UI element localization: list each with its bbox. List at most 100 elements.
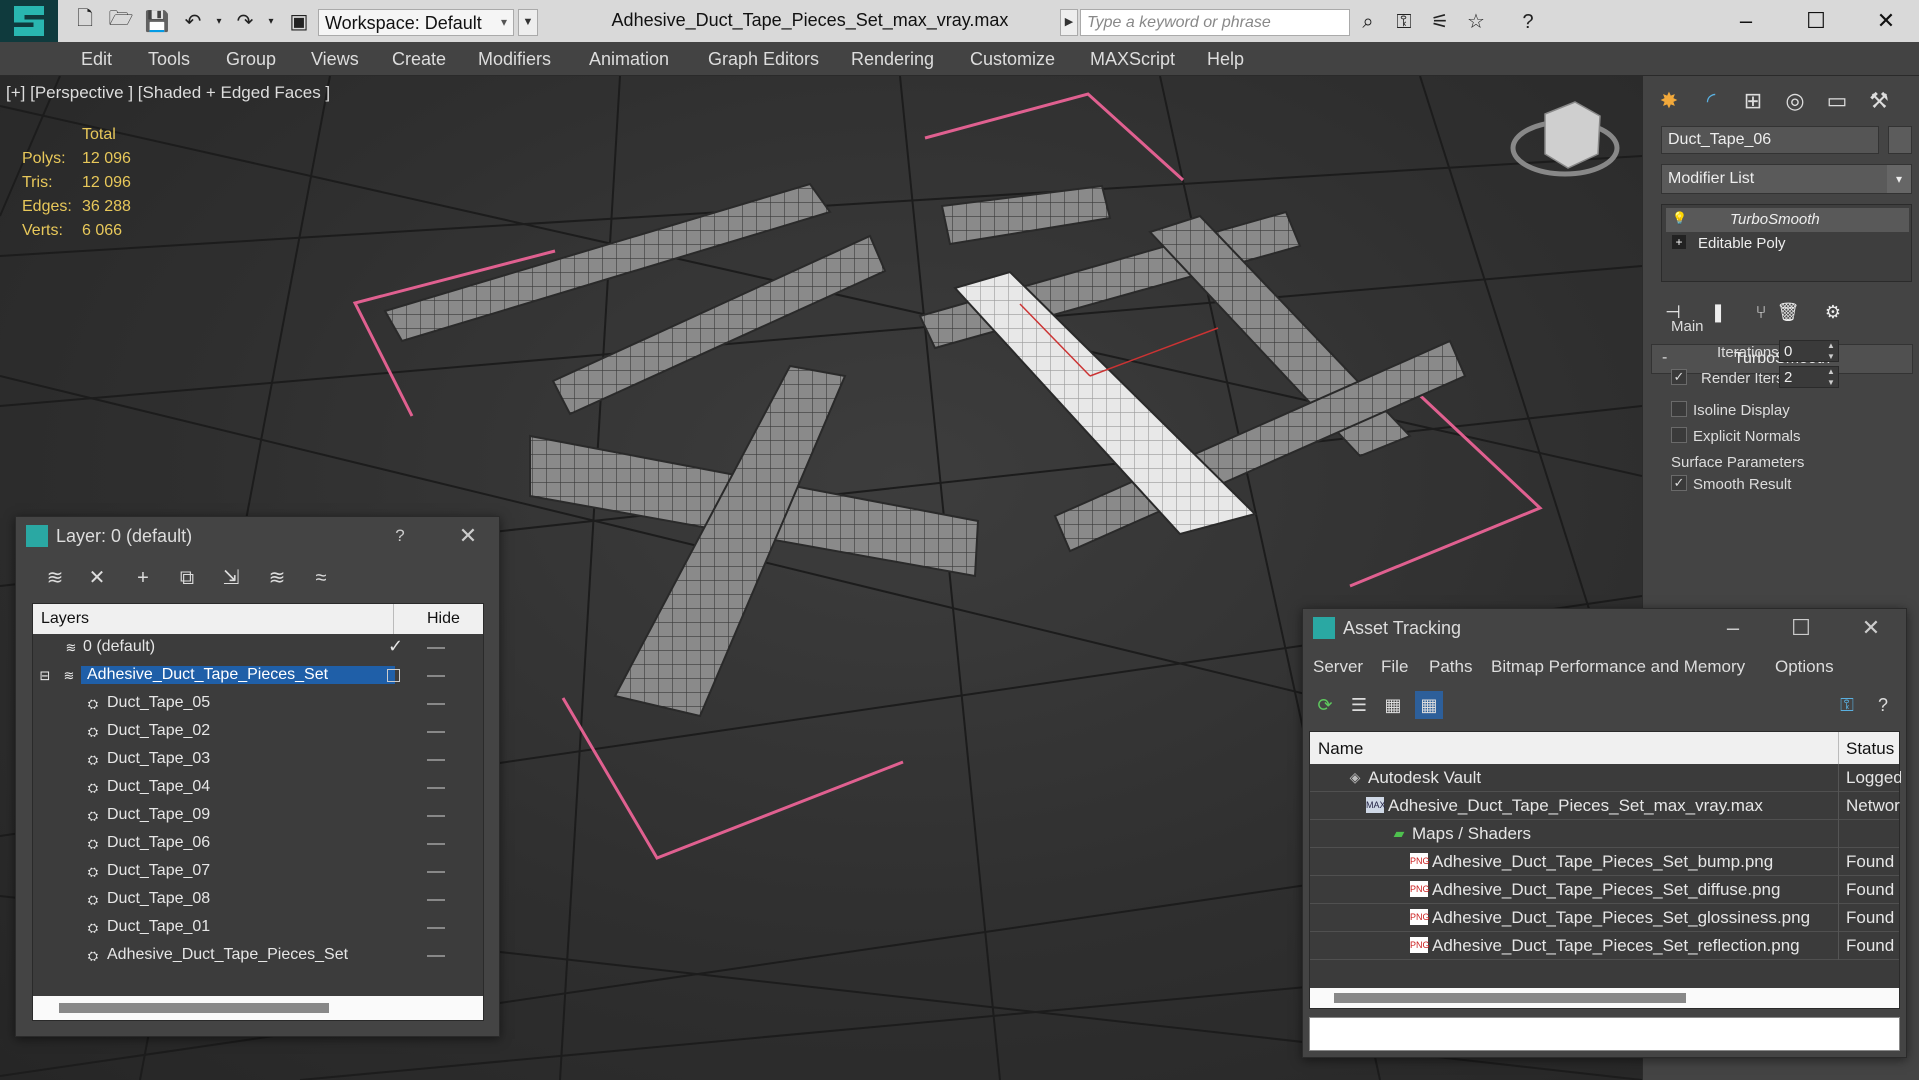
configure-modifier-sets-icon[interactable]: ⚙ xyxy=(1818,298,1848,326)
menu-customize[interactable]: Customize xyxy=(970,49,1055,70)
explicit-normals-checkbox[interactable] xyxy=(1671,427,1687,443)
menu-modifiers[interactable]: Modifiers xyxy=(478,49,551,70)
workspace-select[interactable]: Workspace: Default ▾ xyxy=(318,9,514,36)
thumbnail-view-icon[interactable]: ▦ xyxy=(1379,691,1407,719)
horizontal-scrollbar[interactable] xyxy=(1310,988,1899,1008)
layers-column-header[interactable]: Layers xyxy=(41,610,89,628)
active-layer-check-icon[interactable]: ✓ xyxy=(388,636,403,657)
make-unique-icon[interactable]: ⑂ xyxy=(1746,298,1776,326)
stack-item-editable-poly[interactable]: + Editable Poly xyxy=(1666,232,1909,256)
hierarchy-tab-icon[interactable]: ⊞ xyxy=(1735,84,1771,118)
hide-all-layers-icon[interactable]: ≈ xyxy=(306,563,336,593)
redo-icon[interactable]: ↷ xyxy=(232,9,258,33)
save-icon[interactable]: 💾 xyxy=(144,9,170,33)
minimize-button[interactable]: – xyxy=(1713,614,1753,642)
binoculars-icon[interactable]: ⌕ xyxy=(1354,9,1382,35)
object-name-field[interactable]: Duct_Tape_06 xyxy=(1661,126,1879,154)
menu-maxscript[interactable]: MAXScript xyxy=(1090,49,1175,70)
active-layer-box-icon[interactable] xyxy=(387,669,400,682)
status-column-header[interactable]: Status xyxy=(1846,739,1894,759)
scrollbar-thumb[interactable] xyxy=(59,1003,329,1013)
layer-row-default[interactable]: ≋ 0 (default) ✓ xyxy=(33,634,483,662)
new-file-icon[interactable]: 🗋 xyxy=(72,8,98,33)
search-input[interactable]: Type a keyword or phrase xyxy=(1080,9,1350,36)
help-icon[interactable]: ? xyxy=(1514,9,1542,35)
menu-bitmap-performance[interactable]: Bitmap Performance and Memory xyxy=(1491,657,1745,677)
name-column-header[interactable]: Name xyxy=(1318,739,1363,759)
stack-item-turbosmooth[interactable]: 💡 TurboSmooth xyxy=(1666,208,1909,232)
refresh-icon[interactable]: ⟳ xyxy=(1311,691,1339,719)
collapse-icon[interactable]: ⊟ xyxy=(37,668,53,684)
layer-row-adhesive-set[interactable]: ⊟ ≋ Adhesive_Duct_Tape_Pieces_Set xyxy=(33,662,483,690)
hide-toggle[interactable] xyxy=(427,675,445,677)
asset-row-max-file[interactable]: MAX Adhesive_Duct_Tape_Pieces_Set_max_vra… xyxy=(1310,792,1901,820)
layer-row-object[interactable]: ⛭ Duct_Tape_04 xyxy=(33,774,483,802)
scrollbar-thumb[interactable] xyxy=(1334,993,1686,1003)
asset-row-png[interactable]: PNG Adhesive_Duct_Tape_Pieces_Set_diffuse… xyxy=(1310,876,1899,904)
motion-tab-icon[interactable]: ◎ xyxy=(1777,84,1813,118)
asset-row-png[interactable]: PNG Adhesive_Duct_Tape_Pieces_Set_glossin… xyxy=(1310,904,1899,932)
menu-help[interactable]: Help xyxy=(1207,49,1244,70)
asset-row-png[interactable]: PNG Adhesive_Duct_Tape_Pieces_Set_bump.pn… xyxy=(1310,848,1899,876)
hide-toggle[interactable] xyxy=(427,843,445,845)
modifier-list-dropdown[interactable]: Modifier List ▾ xyxy=(1661,164,1912,194)
layer-row-object[interactable]: ⛭ Duct_Tape_01 xyxy=(33,914,483,942)
menu-edit[interactable]: Edit xyxy=(81,49,112,70)
maximize-button[interactable]: ☐ xyxy=(1786,4,1846,38)
spinner-arrows-icon[interactable]: ▲ ▼ xyxy=(1825,340,1837,362)
add-to-layer-icon[interactable]: ⧉ xyxy=(172,563,202,593)
modify-tab-icon[interactable]: ◜ xyxy=(1693,84,1729,118)
isoline-display-checkbox[interactable] xyxy=(1671,401,1687,417)
layer-window-titlebar[interactable]: Layer: 0 (default) ? ✕ xyxy=(16,517,499,555)
open-file-icon[interactable]: 🗁 xyxy=(108,8,134,33)
smooth-result-checkbox[interactable]: ✓ xyxy=(1671,475,1687,491)
hide-toggle[interactable] xyxy=(427,927,445,929)
create-tab-icon[interactable]: ✸ xyxy=(1651,84,1687,118)
minimize-button[interactable]: – xyxy=(1716,4,1776,38)
select-layer-objects-icon[interactable]: ⇲ xyxy=(216,563,246,593)
menu-server[interactable]: Server xyxy=(1313,657,1363,677)
layer-row-object[interactable]: ⛭ Duct_Tape_07 xyxy=(33,858,483,886)
hide-toggle[interactable] xyxy=(427,787,445,789)
lightbulb-icon[interactable]: 💡 xyxy=(1672,211,1687,225)
maximize-button[interactable]: ☐ xyxy=(1781,614,1821,642)
close-button[interactable]: ✕ xyxy=(1856,4,1916,38)
asset-row-png[interactable]: PNG Adhesive_Duct_Tape_Pieces_Set_reflect… xyxy=(1310,932,1899,960)
redo-dropdown-icon[interactable]: ▾ xyxy=(258,9,284,33)
menu-views[interactable]: Views xyxy=(311,49,359,70)
spinner-arrows-icon[interactable]: ▲ ▼ xyxy=(1825,366,1837,388)
hide-toggle[interactable] xyxy=(427,955,445,957)
asset-path-field[interactable] xyxy=(1309,1017,1900,1051)
undo-dropdown-icon[interactable]: ▾ xyxy=(206,9,232,33)
remove-modifier-icon[interactable]: 🗑 xyxy=(1773,298,1803,326)
viewport-label[interactable]: [+] [Perspective ] [Shaded + Edged Faces… xyxy=(6,83,330,103)
workspace-menu-button[interactable]: ▼ xyxy=(518,9,538,36)
project-folder-icon[interactable]: ▣ xyxy=(286,9,312,33)
help-icon[interactable]: ? xyxy=(1869,691,1897,719)
hide-toggle[interactable] xyxy=(427,871,445,873)
expand-plus-icon[interactable]: + xyxy=(1672,235,1686,249)
list-view-icon[interactable]: ☰ xyxy=(1345,691,1373,719)
menu-create[interactable]: Create xyxy=(392,49,446,70)
asset-row-maps-folder[interactable]: ▰ Maps / Shaders xyxy=(1310,820,1899,848)
app-logo-button[interactable] xyxy=(0,0,58,42)
object-color-swatch[interactable] xyxy=(1888,126,1912,154)
hide-toggle[interactable] xyxy=(427,759,445,761)
layer-row-object[interactable]: ⛭ Duct_Tape_08 xyxy=(33,886,483,914)
asset-window-titlebar[interactable]: Asset Tracking – ☐ ✕ xyxy=(1303,609,1906,647)
horizontal-scrollbar[interactable] xyxy=(33,996,483,1020)
connect-icon[interactable]: ⚟ xyxy=(1426,9,1454,35)
utilities-tab-icon[interactable]: ⚒ xyxy=(1861,84,1897,118)
layer-row-object[interactable]: ⛭ Duct_Tape_06 xyxy=(33,830,483,858)
close-button[interactable]: ✕ xyxy=(1851,614,1891,642)
hide-toggle[interactable] xyxy=(427,899,445,901)
star-icon[interactable]: ☆ xyxy=(1462,9,1490,35)
menu-tools[interactable]: Tools xyxy=(148,49,190,70)
hide-toggle[interactable] xyxy=(427,647,445,649)
hide-toggle[interactable] xyxy=(427,703,445,705)
hide-column-header[interactable]: Hide xyxy=(427,610,460,628)
layer-row-object[interactable]: ⛭ Duct_Tape_02 xyxy=(33,718,483,746)
menu-group[interactable]: Group xyxy=(226,49,276,70)
delete-layer-icon[interactable]: ✕ xyxy=(82,563,112,593)
asset-row-vault[interactable]: ◈Autodesk VaultLogged C xyxy=(1310,764,1901,792)
